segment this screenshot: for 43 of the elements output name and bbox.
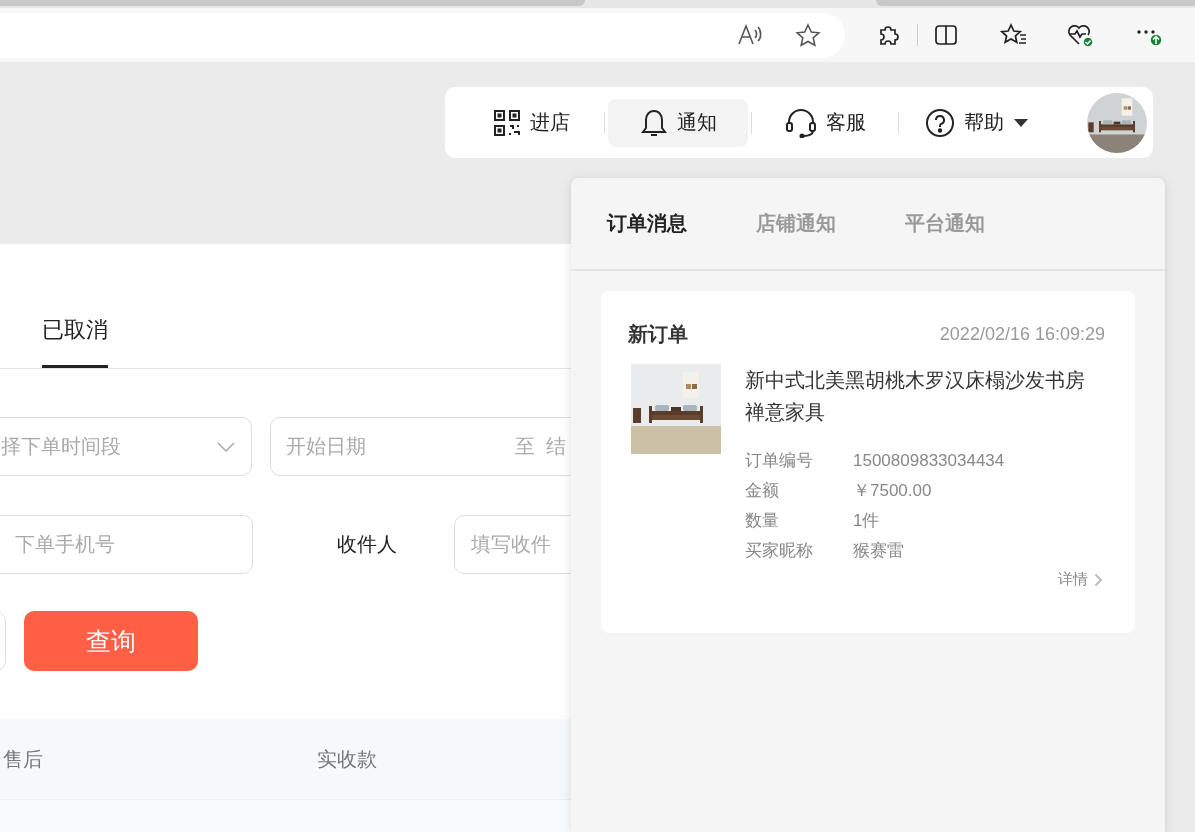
field-label: 金额 (745, 480, 780, 502)
range-separator: 至 (515, 434, 535, 459)
field-value: 1件 (853, 511, 880, 530)
phone-input[interactable]: 下单手机号 (0, 515, 253, 574)
field-label: 买家昵称 (745, 540, 814, 562)
heart-pulse-icon[interactable] (1066, 22, 1096, 48)
favorites-icon[interactable] (1000, 23, 1028, 47)
chevron-right-icon (1094, 572, 1103, 587)
help-icon (925, 107, 955, 138)
field-value: 猴赛雷 (853, 541, 904, 560)
field-value: ￥7500.00 (853, 481, 932, 500)
nav-item[interactable]: 通知 (608, 98, 748, 147)
avatar[interactable] (1087, 92, 1147, 153)
field-label: 数量 (745, 510, 780, 532)
bell-icon (639, 107, 668, 138)
headset-icon (784, 107, 817, 138)
chevron-down-icon (217, 441, 235, 452)
nav-item[interactable]: 帮助 (902, 98, 1052, 147)
card-title: 新订单 (628, 322, 688, 347)
split-screen-icon[interactable] (934, 24, 958, 46)
details-link[interactable]: 详情 (1058, 570, 1103, 589)
puzzle-icon[interactable] (877, 23, 901, 47)
order-tab[interactable]: 已取消 (42, 300, 108, 368)
column-header: 实收款 (317, 746, 377, 772)
nav-item[interactable]: 进店 (461, 98, 601, 147)
notification-tab[interactable]: 店铺通知 (756, 210, 836, 237)
start-date-placeholder: 开始日期 (286, 434, 366, 459)
time-range-select[interactable]: 择下单时间段 (0, 417, 252, 476)
qr-code-icon (492, 108, 521, 137)
end-date-placeholder: 结 (546, 434, 566, 459)
column-header: 售后 (3, 746, 44, 772)
caret-icon[interactable] (1013, 117, 1029, 128)
recipient-label: 收件人 (337, 532, 397, 557)
star-icon[interactable] (795, 23, 821, 47)
field-value: 1500809833034434 (853, 451, 1005, 470)
notification-tab[interactable]: 订单消息 (607, 210, 687, 237)
field-label: 订单编号 (745, 450, 814, 472)
query-button[interactable]: 查询 (24, 611, 198, 671)
product-name[interactable]: 新中式北美黑胡桃木罗汉床榻沙发书房禅意家具 (745, 364, 1090, 428)
nav-item[interactable]: 客服 (755, 98, 895, 147)
notification-tab[interactable]: 平台通知 (905, 210, 985, 237)
read-aloud-icon[interactable] (737, 24, 763, 46)
timestamp: 2022/02/16 16:09:29 (939, 324, 1105, 345)
